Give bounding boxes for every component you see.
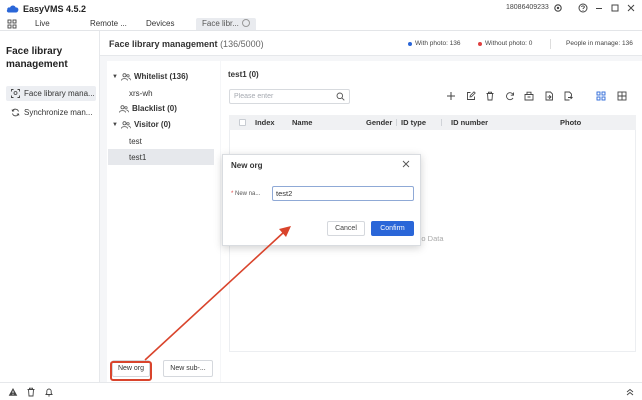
list-view-icon[interactable] — [616, 90, 628, 102]
header-divider — [550, 39, 551, 49]
column-header-photo: Photo — [560, 118, 582, 127]
tab-face-library-label: Face libr... — [202, 19, 239, 28]
new-org-dialog: New org * New na... Cancel Confirm — [222, 154, 421, 246]
select-all-checkbox[interactable] — [239, 119, 246, 126]
group-icon — [119, 104, 129, 113]
status-bar — [0, 382, 642, 400]
without-photo-dot — [478, 41, 482, 46]
without-photo-text: Without photo: 0 — [485, 40, 533, 47]
required-marker: * — [231, 191, 234, 197]
tab-live[interactable]: Live — [35, 18, 50, 30]
cloud-logo-icon — [6, 5, 19, 13]
column-header-index: Index — [255, 118, 275, 127]
page-title-text: Face library management — [109, 39, 218, 49]
tree-node-xrs-wh[interactable]: xrs-wh — [129, 89, 153, 98]
expand-triangle-icon[interactable]: ▼ — [112, 122, 118, 128]
confirm-button[interactable]: Confirm — [371, 221, 414, 236]
close-window-icon[interactable] — [625, 2, 637, 14]
tree-node-label: Blacklist (0) — [132, 104, 177, 113]
tab-remote[interactable]: Remote ... — [90, 18, 127, 30]
table-header: Index Name Gender ID type ID number Phot… — [229, 115, 636, 130]
bell-icon[interactable] — [44, 387, 54, 397]
group-title: test1 (0) — [228, 70, 259, 79]
new-sub-org-button[interactable]: New sub-... — [163, 360, 213, 377]
user-phone[interactable]: 18086409233 — [506, 4, 549, 11]
help-icon[interactable] — [577, 2, 589, 14]
people-in-manage-text: People in manage: 136 — [566, 40, 633, 47]
highlight-box — [110, 361, 152, 381]
import-icon[interactable] — [543, 90, 555, 102]
with-photo-stat: With photo: 136 — [408, 40, 461, 47]
with-photo-text: With photo: 136 — [415, 40, 461, 47]
tree-node-label: Visitor (0) — [133, 120, 171, 129]
new-name-label-text: New na... — [235, 191, 261, 197]
edit-icon[interactable] — [465, 90, 477, 102]
warning-icon[interactable] — [8, 387, 18, 397]
sidebar-item-synchronize[interactable]: Synchronize man... — [6, 105, 96, 120]
column-header-gender: Gender — [366, 118, 393, 127]
title-bar: EasyVMS 4.5.2 18086409233 — [0, 0, 642, 17]
maximize-icon[interactable] — [609, 2, 621, 14]
minimize-icon[interactable] — [593, 2, 605, 14]
archive-icon[interactable] — [523, 90, 535, 102]
main-header: Face library management (136/5000) With … — [100, 31, 642, 56]
trash-icon[interactable] — [26, 387, 36, 397]
library-count: (136/5000) — [220, 39, 264, 49]
sidebar-item-label: Face library mana... — [24, 89, 95, 98]
export-icon[interactable] — [562, 90, 574, 102]
without-photo-stat: Without photo: 0 — [478, 40, 532, 47]
column-divider — [441, 119, 442, 126]
sidebar: Face library management Face library man… — [0, 31, 100, 382]
column-divider — [396, 119, 397, 126]
sync-icon — [11, 108, 20, 117]
sidebar-item-label: Synchronize man... — [24, 108, 93, 117]
grid-view-icon[interactable] — [595, 90, 607, 102]
people-in-manage-stat: People in manage: 136 — [566, 40, 633, 47]
column-header-id-type: ID type — [401, 118, 427, 127]
tab-bar: Live Remote ... Devices Face libr... — [0, 17, 642, 31]
cancel-button[interactable]: Cancel — [327, 221, 365, 236]
tree-node-test1[interactable]: test1 — [108, 149, 214, 165]
page-title: Face library management (136/5000) — [109, 39, 264, 49]
new-name-label: * New na... — [231, 191, 260, 197]
app-title: EasyVMS 4.5.2 — [23, 3, 87, 14]
search-box — [229, 89, 350, 104]
group-icon — [121, 120, 131, 129]
column-header-id-number: ID number — [451, 118, 489, 127]
group-icon — [121, 72, 131, 81]
tree-node-whitelist[interactable]: ▼ Whitelist (136) — [112, 72, 188, 81]
tree-node-label: Whitelist (136) — [133, 72, 189, 81]
tree-node-blacklist[interactable]: Blacklist (0) — [119, 104, 177, 113]
dialog-title: New org — [231, 161, 263, 170]
tree-node-test[interactable]: test — [129, 137, 142, 146]
chevron-up-icon[interactable] — [625, 387, 635, 397]
tab-face-library[interactable]: Face libr... — [196, 18, 256, 30]
tree-node-label: test1 — [129, 152, 147, 162]
close-icon[interactable] — [400, 158, 412, 170]
with-photo-dot — [408, 41, 412, 46]
column-header-name: Name — [292, 118, 313, 127]
tab-close-icon[interactable] — [241, 18, 250, 27]
expand-triangle-icon[interactable]: ▼ — [112, 74, 118, 80]
search-input[interactable] — [230, 90, 330, 103]
refresh-icon[interactable] — [504, 90, 516, 102]
search-icon[interactable] — [336, 92, 345, 101]
tree-node-visitor[interactable]: ▼ Visitor (0) — [112, 120, 171, 129]
sidebar-item-face-library[interactable]: Face library mana... — [6, 86, 96, 101]
add-icon[interactable] — [445, 90, 457, 102]
new-name-input[interactable] — [272, 186, 414, 201]
app-grid-icon[interactable] — [7, 19, 17, 29]
tab-devices[interactable]: Devices — [146, 18, 174, 30]
delete-icon[interactable] — [484, 90, 496, 102]
sidebar-title: Face library management — [6, 46, 68, 70]
settings-icon[interactable] — [552, 2, 564, 14]
face-scan-icon — [11, 89, 20, 98]
